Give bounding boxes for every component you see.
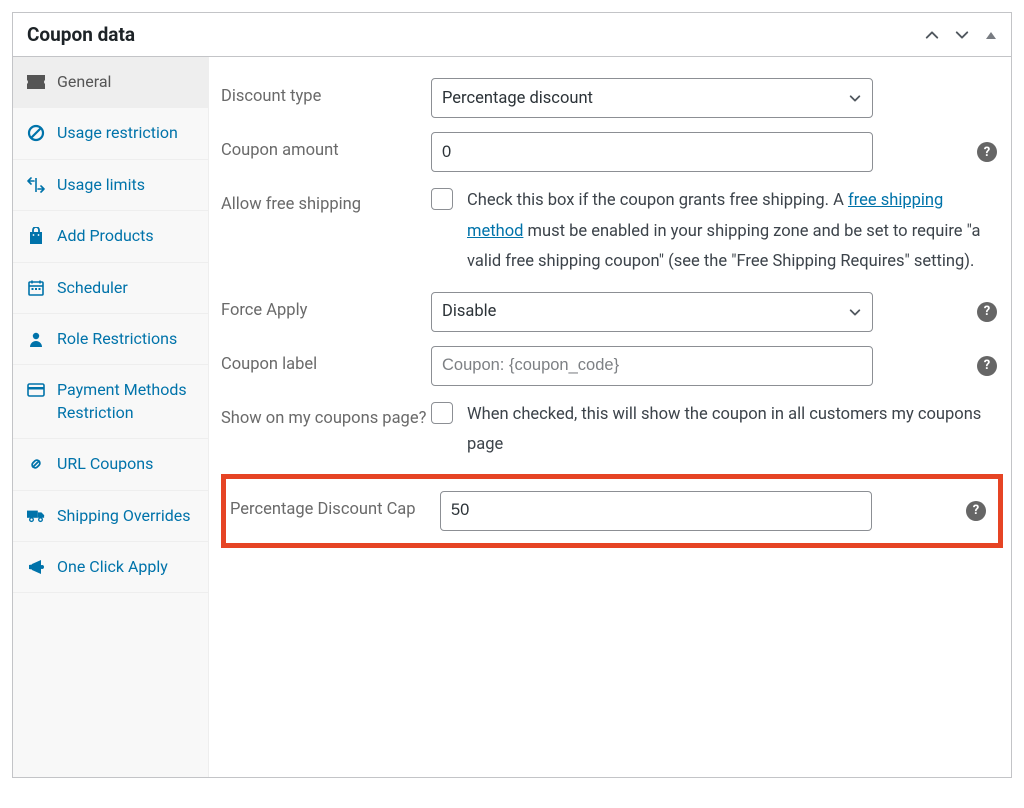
field-force-apply: Force Apply Disable [221,285,1003,339]
field-discount-type: Discount type Percentage discount [221,71,1003,125]
sidebar-item-payment-methods-restriction[interactable]: Payment Methods Restriction [13,365,208,439]
panel-move-down-icon[interactable] [955,28,969,42]
coupon-tabs-sidebar: General Usage restriction [13,57,209,777]
field-free-shipping: Allow free shipping Check this box if th… [221,179,1003,285]
ticket-icon [27,73,45,91]
credit-card-icon [27,381,45,399]
sidebar-item-label: Role Restrictions [57,328,194,350]
sidebar-item-one-click-apply[interactable]: One Click Apply [13,542,208,593]
sidebar-item-label: One Click Apply [57,556,194,578]
sidebar-item-url-coupons[interactable]: URL Coupons [13,439,208,490]
chevron-down-icon [848,305,862,319]
help-icon[interactable]: ? [977,356,997,376]
sidebar-item-label: Scheduler [57,277,194,299]
sidebar-item-label: Usage restriction [57,122,194,144]
panel-title: Coupon data [27,23,135,46]
field-label: Show on my coupons page? [221,400,431,437]
sidebar-item-label: General [57,71,194,93]
field-label: Force Apply [221,292,431,329]
show-my-coupons-description: When checked, this will show the coupon … [467,400,991,461]
panel-move-up-icon[interactable] [925,28,939,42]
sidebar-item-label: URL Coupons [57,453,194,475]
sidebar-item-usage-limits[interactable]: Usage limits [13,160,208,211]
force-apply-select[interactable]: Disable [431,292,873,332]
select-value: Percentage discount [442,89,593,108]
discount-type-select[interactable]: Percentage discount [431,78,873,118]
help-icon[interactable]: ? [977,302,997,322]
show-my-coupons-checkbox[interactable] [431,402,453,424]
field-coupon-amount: Coupon amount ? [221,125,1003,179]
field-label: Coupon label [221,346,431,383]
sidebar-item-label: Shipping Overrides [57,505,194,527]
user-icon [27,330,45,348]
field-show-my-coupons: Show on my coupons page? When checked, t… [221,393,1003,468]
percentage-discount-cap-input[interactable] [440,491,872,531]
limits-icon [27,176,45,194]
bag-icon [27,227,45,245]
panel-header: Coupon data [13,13,1011,57]
megaphone-icon [27,558,45,576]
sidebar-item-label: Payment Methods Restriction [57,379,194,424]
field-label: Allow free shipping [221,186,431,223]
field-label: Percentage Discount Cap [230,491,440,528]
link-icon [27,455,45,473]
sidebar-item-label: Usage limits [57,174,194,196]
coupon-data-panel: Coupon data [12,12,1012,778]
sidebar-item-general[interactable]: General [13,57,208,108]
sidebar-item-role-restrictions[interactable]: Role Restrictions [13,314,208,365]
sidebar-item-add-products[interactable]: Add Products [13,211,208,262]
coupon-label-input[interactable] [431,346,873,386]
general-tab-content: Discount type Percentage discount [209,57,1011,777]
field-label: Coupon amount [221,132,431,169]
panel-controls [925,28,997,42]
free-shipping-checkbox[interactable] [431,188,453,210]
free-shipping-description: Check this box if the coupon grants free… [467,186,991,278]
sidebar-item-label: Add Products [57,225,194,247]
coupon-amount-input[interactable] [431,132,873,172]
help-icon[interactable]: ? [966,501,986,521]
calendar-icon [27,279,45,297]
field-label: Discount type [221,78,431,115]
chevron-down-icon [848,91,862,105]
field-coupon-label: Coupon label ? [221,339,1003,393]
sidebar-item-scheduler[interactable]: Scheduler [13,263,208,314]
select-value: Disable [442,302,496,321]
sidebar-item-shipping-overrides[interactable]: Shipping Overrides [13,491,208,542]
help-icon[interactable]: ? [977,142,997,162]
panel-toggle-icon[interactable] [985,29,997,41]
highlighted-field: Percentage Discount Cap ? [221,474,1003,548]
field-percentage-discount-cap: Percentage Discount Cap ? [230,491,992,531]
ban-icon [27,124,45,142]
truck-icon [27,507,45,525]
sidebar-item-usage-restriction[interactable]: Usage restriction [13,108,208,159]
